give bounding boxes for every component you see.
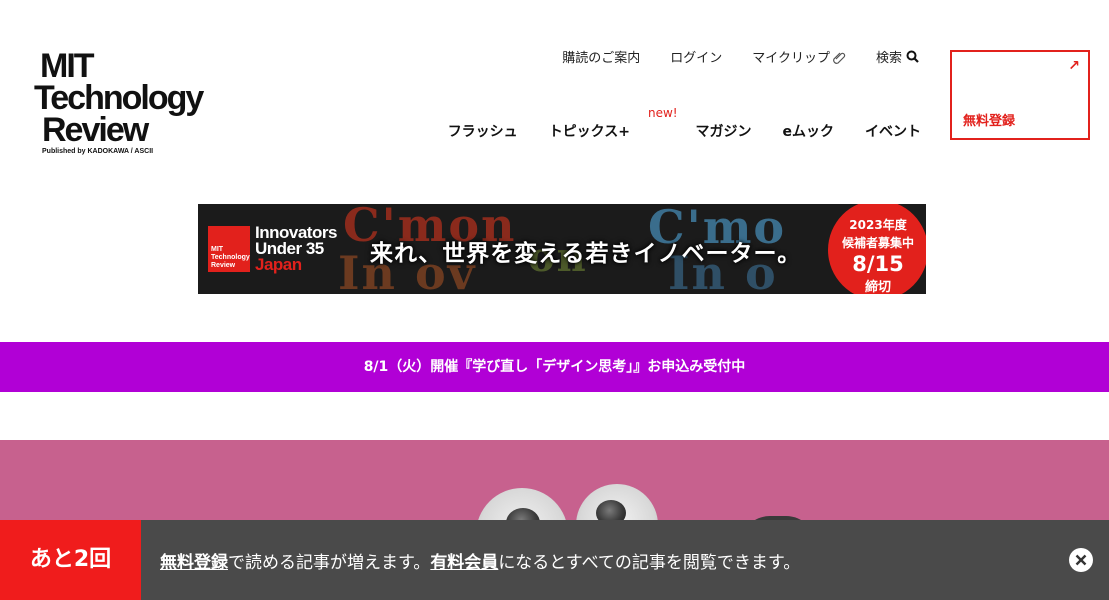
search-icon: [906, 50, 919, 63]
nav-topics[interactable]: トピックス+: [549, 121, 630, 141]
badge-year: 2023年度: [849, 218, 907, 232]
nav-event[interactable]: イベント: [865, 121, 921, 141]
new-badge: new!: [648, 106, 678, 120]
badge-recruit: 候補者募集中: [841, 236, 914, 250]
banner-mit-logo: MIT Technology Review: [208, 226, 250, 272]
logo-line-mit: MIT: [40, 47, 95, 85]
banner-innovators-title: Innovators Under 35 Japan: [255, 224, 337, 274]
close-button[interactable]: [1069, 548, 1093, 572]
search-label: 検索: [875, 51, 902, 66]
free-register-label: 無料登録: [963, 114, 1016, 129]
close-icon: [1075, 554, 1087, 566]
logo-line-technology: Technology: [34, 79, 204, 117]
site-header: MIT Technology Review Published by KADOK…: [0, 0, 1109, 170]
logo-publisher: Published by KADOKAWA / ASCII: [42, 148, 154, 155]
paywall-message: 無料登録で読める記事が増えます。有料会員になるとすべての記事を閲覧できます。: [160, 548, 800, 573]
paywall-text-1: で読める記事が増えます。: [228, 553, 431, 573]
nav-magazine-label: マガジン: [695, 124, 752, 140]
site-logo[interactable]: MIT Technology Review Published by KADOK…: [34, 47, 234, 160]
free-register-button[interactable]: ↗ 無料登録: [950, 50, 1090, 140]
free-register-link[interactable]: 無料登録: [160, 553, 228, 573]
deadline-badge: 2023年度 候補者募集中 8/15 締切: [828, 204, 926, 294]
search-link[interactable]: 検索: [876, 47, 919, 66]
login-link[interactable]: ログイン: [670, 47, 722, 66]
external-arrow-icon: ↗: [1068, 58, 1080, 74]
subscribe-link[interactable]: 購読のご案内: [562, 47, 640, 66]
banner-headline: 来れ、世界を変える若きイノベーター。: [370, 241, 802, 267]
utility-links: 購読のご案内 ログイン マイクリップ 検索: [562, 47, 919, 66]
nav-flash[interactable]: フラッシュ: [448, 121, 518, 141]
nav-magazine[interactable]: new! マガジン: [648, 106, 752, 141]
badge-date: 8/15: [852, 252, 904, 276]
my-clip-label: マイクリップ: [752, 51, 830, 66]
logo-line-review: Review: [42, 111, 149, 149]
innovators-banner[interactable]: C'mon In ov C'mo In o on MIT Technology …: [198, 204, 926, 294]
paywall-text-2: になるとすべての記事を閲覧できます。: [498, 553, 801, 573]
paid-member-link[interactable]: 有料会員: [430, 553, 498, 573]
my-clip-link[interactable]: マイクリップ: [752, 47, 846, 66]
remaining-count: あと2回: [0, 520, 141, 600]
clip-icon: [833, 52, 846, 64]
paywall-bar: あと2回 無料登録で読める記事が増えます。有料会員になるとすべての記事を閲覧でき…: [0, 520, 1109, 600]
event-announcement[interactable]: 8/1（火）開催『学び直し「デザイン思考」』お申込み受付中: [0, 342, 1109, 392]
nav-emook[interactable]: eムック: [783, 121, 835, 141]
main-nav: フラッシュ トピックス+ new! マガジン eムック イベント: [448, 106, 921, 141]
innovators-line3: Japan: [255, 255, 302, 274]
badge-deadline: 締切: [864, 280, 891, 294]
